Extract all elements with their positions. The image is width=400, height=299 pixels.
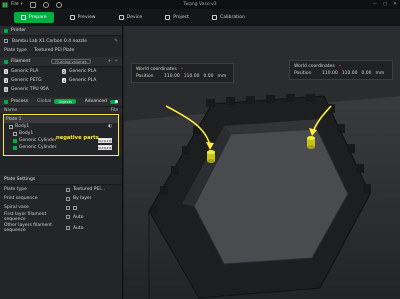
ps-plate-type: Plate type Textured PEI... (0, 185, 122, 194)
object-list-header: Name Fila (0, 107, 122, 113)
filament-item-4[interactable]: 4 Generic PLA (62, 77, 120, 84)
filament-item-3[interactable]: 3 Generic PETG (4, 77, 62, 84)
project-icon (165, 15, 171, 20)
advanced-label: Advanced (84, 99, 107, 104)
preview-icon (69, 15, 75, 20)
negative-part-icon (13, 145, 17, 150)
coordinates-panel-right: World coordinates • Position 110.00 110.0… (289, 60, 393, 80)
pos-x-field[interactable]: 110.00 (322, 71, 338, 76)
negative-cylinder-1 (207, 150, 215, 163)
left-sidebar: Printer Bambu Lab X1 Carbon 0.4 nozzle ✎… (0, 26, 123, 299)
negative-part-icon (13, 138, 17, 143)
negative-parts-annotation: negative parts (56, 135, 99, 141)
ps-checkbox[interactable] (66, 187, 70, 192)
coordinates-panel-left: World coordinates • Position 110.00 110.0… (131, 63, 234, 83)
filament-item-5[interactable]: 5 Generic TPU 95A (4, 86, 62, 93)
global-label[interactable]: Global (37, 99, 51, 104)
object-list-empty-area (0, 157, 122, 175)
pos-y-field[interactable]: 110.00 (342, 71, 358, 76)
part-tag: ####### (96, 138, 114, 143)
printer-model-icon (4, 39, 8, 43)
tab-project[interactable]: Project (158, 12, 196, 23)
filament-icon (4, 59, 8, 64)
prepare-icon (21, 15, 26, 20)
tree-row-plate[interactable]: Plate 1 (4, 116, 118, 123)
main-tab-bar: Prepare Preview Device Project Calibrati… (0, 9, 400, 26)
ps-checkbox[interactable] (66, 226, 70, 230)
filament-item-1[interactable]: 1 Generic PLA (4, 68, 62, 75)
close-icon[interactable]: ✕ (393, 2, 397, 7)
part-icon (13, 131, 17, 136)
pos-x-field[interactable]: 110.00 (164, 74, 180, 79)
filament-item-2[interactable]: 2 Generic PLA (62, 68, 120, 75)
3d-viewport[interactable]: World coordinates • Position 110.00 110.0… (124, 26, 400, 299)
pos-z-field[interactable]: 0.00 (362, 71, 372, 76)
ps-print-sequence-select[interactable]: By layer (73, 196, 118, 201)
plate-settings-header: Plate Settings (0, 175, 122, 185)
ps-plate-type-select[interactable]: Textured PEI... (73, 187, 118, 192)
tab-calibration[interactable]: Calibration (205, 12, 252, 23)
ps-print-sequence: Print sequence By layer (0, 194, 122, 203)
objects-toggle[interactable]: Objects (54, 99, 77, 104)
advanced-toggle[interactable] (110, 99, 118, 104)
process-icon (4, 99, 8, 104)
tab-prepare[interactable]: Prepare (14, 12, 54, 23)
ps-checkbox[interactable] (66, 215, 70, 219)
window-title: Twang Vase v3 (183, 2, 217, 7)
add-filament-icon[interactable]: + (107, 59, 111, 64)
ps-first-layer-select[interactable]: Auto (73, 215, 118, 220)
plate-type-select[interactable]: Textured PEI Plate (34, 48, 74, 53)
ps-other-layers-seq: Other layers filament sequence Auto (0, 222, 122, 234)
title-bar: File ▾ Twang Vase v3 — ▢ ✕ (0, 0, 400, 9)
maximize-icon[interactable]: ▢ (383, 2, 387, 7)
ps-spiral-vase: Spiral vase (0, 203, 122, 212)
part-tag: ####### (96, 145, 114, 150)
negative-cylinder-2 (307, 136, 315, 149)
tab-preview[interactable]: Preview (63, 12, 103, 23)
object-tree: Plate 1 Body1 ◐ Body1 Generic Cylinder #… (3, 114, 119, 156)
pos-z-field[interactable]: 0.00 (204, 74, 214, 79)
printer-section-header[interactable]: Printer (0, 26, 122, 36)
tab-device[interactable]: Device (112, 12, 150, 23)
process-section-header: Process Global Objects Advanced (0, 97, 122, 107)
ps-checkbox[interactable] (66, 205, 70, 210)
tree-row-body[interactable]: Body1 ◐ (4, 123, 118, 130)
edit-icon[interactable]: ✎ (114, 39, 118, 44)
minimize-icon[interactable]: — (372, 2, 377, 7)
x-axis-icon: • (338, 64, 342, 69)
filament-list: 1 Generic PLA 2 Generic PLA 3 Generic PETG … (0, 67, 122, 94)
x-axis-icon: • (180, 67, 184, 72)
device-icon (118, 15, 124, 20)
spiral-vase-checkbox[interactable] (73, 205, 77, 210)
printer-icon (4, 28, 8, 33)
plate-type-row: Plate type Textured PEI Plate (4, 47, 75, 53)
pos-y-field[interactable]: 110.00 (184, 74, 200, 79)
calibration-icon (211, 15, 217, 20)
ps-checkbox[interactable] (66, 196, 70, 201)
ps-first-layer-seq: First layer filament sequence Auto (0, 212, 122, 222)
visibility-icon[interactable]: ◐ (108, 124, 112, 129)
ps-other-layers-select[interactable]: Auto (73, 226, 118, 231)
printer-select[interactable]: Bambu Lab X1 Carbon 0.4 nozzle ✎ (0, 36, 122, 46)
flushing-volumes-button[interactable]: Flushing volumes (51, 59, 91, 64)
filament-section-header[interactable]: Filament Flushing volumes + − (0, 57, 122, 67)
tree-row-negative-part-2[interactable]: Generic Cylinder ####### (4, 144, 118, 151)
remove-filament-icon[interactable]: − (114, 59, 118, 64)
object-icon (9, 124, 13, 129)
